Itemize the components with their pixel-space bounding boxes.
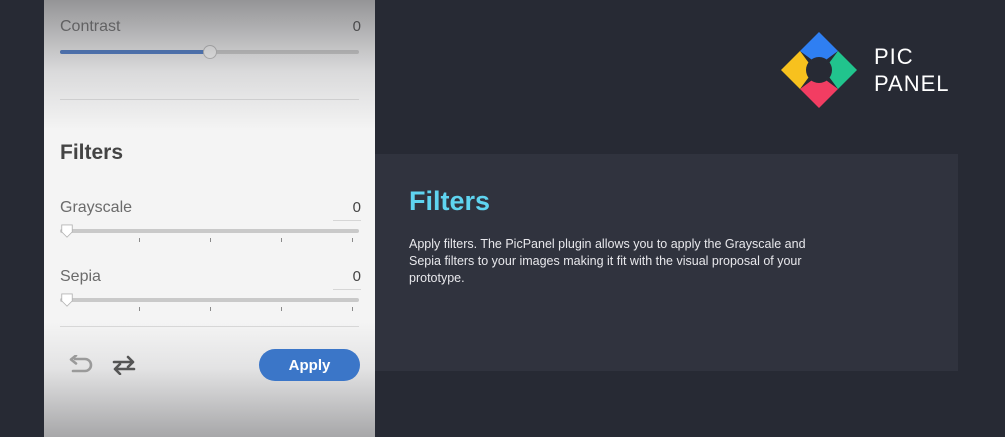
contrast-slider[interactable] (60, 45, 359, 59)
grayscale-tick (210, 238, 211, 242)
grayscale-label: Grayscale (60, 199, 133, 216)
contrast-label: Contrast (60, 18, 121, 35)
sepia-slider[interactable] (60, 293, 359, 307)
feature-title: Filters (409, 186, 491, 216)
grayscale-tick (352, 238, 353, 242)
logo-text-pic: PIC (874, 44, 914, 69)
undo-icon[interactable] (66, 354, 94, 376)
grayscale-slider-thumb[interactable] (60, 224, 74, 238)
grayscale-value-input[interactable]: 0 (333, 199, 361, 221)
sepia-tick (352, 307, 353, 311)
sepia-value-input[interactable]: 0 (333, 268, 361, 290)
sepia-tick (139, 307, 140, 311)
sepia-tick (281, 307, 282, 311)
picpanel-logo-icon (781, 32, 857, 108)
filters-section-title: Filters (60, 141, 124, 164)
sepia-slider-thumb[interactable] (60, 293, 74, 307)
grayscale-slider[interactable] (60, 224, 359, 238)
apply-button[interactable]: Apply (259, 349, 360, 381)
feature-info-card: Filters Apply filters. The PicPanel plug… (375, 154, 958, 371)
logo-text-panel: PANEL (874, 71, 950, 96)
sepia-tick (210, 307, 211, 311)
contrast-slider-fill (60, 50, 210, 54)
swap-icon[interactable] (110, 354, 138, 376)
grayscale-tick (139, 238, 140, 242)
contrast-divider (60, 99, 359, 100)
sepia-label: Sepia (60, 268, 101, 285)
contrast-slider-thumb[interactable] (202, 45, 217, 59)
feature-description: Apply filters. The PicPanel plugin allow… (409, 237, 806, 285)
grayscale-tick (281, 238, 282, 242)
sepia-divider (60, 326, 359, 327)
contrast-value[interactable]: 0 (333, 18, 361, 39)
picpanel-plugin-panel: Contrast 0 Filters Grayscale 0 Sepia 0 A… (44, 0, 375, 437)
